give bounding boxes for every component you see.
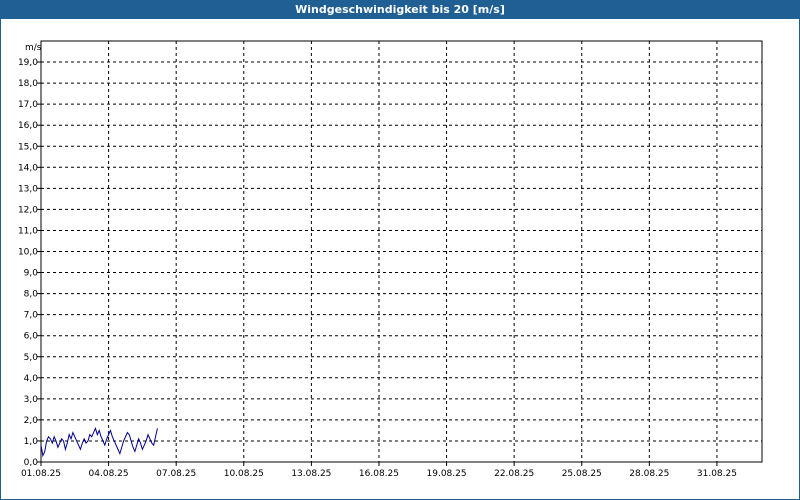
y-tick-label: 9,0 — [24, 269, 39, 279]
y-tick-label: 19,0 — [18, 58, 38, 68]
chart-window: Windgeschwindigkeit bis 20 [m/s] 0,0 1,0 2… — [0, 0, 800, 500]
x-tick-label: 07.08.25 — [156, 469, 196, 479]
x-tick-label: 31.08.25 — [697, 469, 737, 479]
grid-lines — [41, 41, 762, 462]
y-tick-label: 18,0 — [18, 79, 38, 89]
y-tick-label: 1,0 — [24, 437, 39, 447]
y-axis-unit: m/s — [25, 43, 42, 53]
x-tick-label: 25.08.25 — [562, 469, 602, 479]
y-tick-label: 3,0 — [24, 395, 39, 405]
x-tick-label: 01.08.25 — [21, 469, 61, 479]
x-axis: 01.08.25 04.08.25 07.08.25 10.08.25 13.08.25… — [21, 462, 737, 479]
y-tick-label: 12,0 — [18, 205, 38, 215]
y-tick-label: 14,0 — [18, 163, 38, 173]
y-tick-label: 4,0 — [24, 374, 39, 384]
y-tick-label: 7,0 — [24, 311, 39, 321]
x-tick-label: 16.08.25 — [359, 469, 399, 479]
y-tick-label: 15,0 — [18, 142, 38, 152]
y-tick-label: 17,0 — [18, 100, 38, 110]
x-tick-label: 19.08.25 — [427, 469, 467, 479]
y-tick-label: 13,0 — [18, 184, 38, 194]
series-layer — [40, 426, 158, 458]
x-tick-label: 10.08.25 — [224, 469, 264, 479]
y-tick-label: 0,0 — [24, 458, 39, 468]
line-chart: 0,0 1,0 2,0 3,0 4,0 5,0 6,0 7,0 8,0 9,0 10,0 11,0 12… — [18, 40, 763, 479]
x-tick-label: 04.08.25 — [89, 469, 129, 479]
y-tick-label: 5,0 — [24, 353, 39, 363]
y-axis: 0,0 1,0 2,0 3,0 4,0 5,0 6,0 7,0 8,0 9,0 10,0 11,0 12… — [18, 58, 41, 468]
y-tick-label: 6,0 — [24, 332, 39, 342]
x-tick-label: 28.08.25 — [629, 469, 669, 479]
y-tick-label: 16,0 — [18, 121, 38, 131]
y-tick-label: 10,0 — [18, 248, 38, 258]
y-tick-label: 2,0 — [24, 416, 39, 426]
y-tick-label: 8,0 — [24, 290, 39, 300]
x-tick-label: 22.08.25 — [494, 469, 534, 479]
series-line — [40, 426, 158, 458]
x-tick-label: 13.08.25 — [291, 469, 331, 479]
y-tick-label: 11,0 — [18, 226, 38, 236]
